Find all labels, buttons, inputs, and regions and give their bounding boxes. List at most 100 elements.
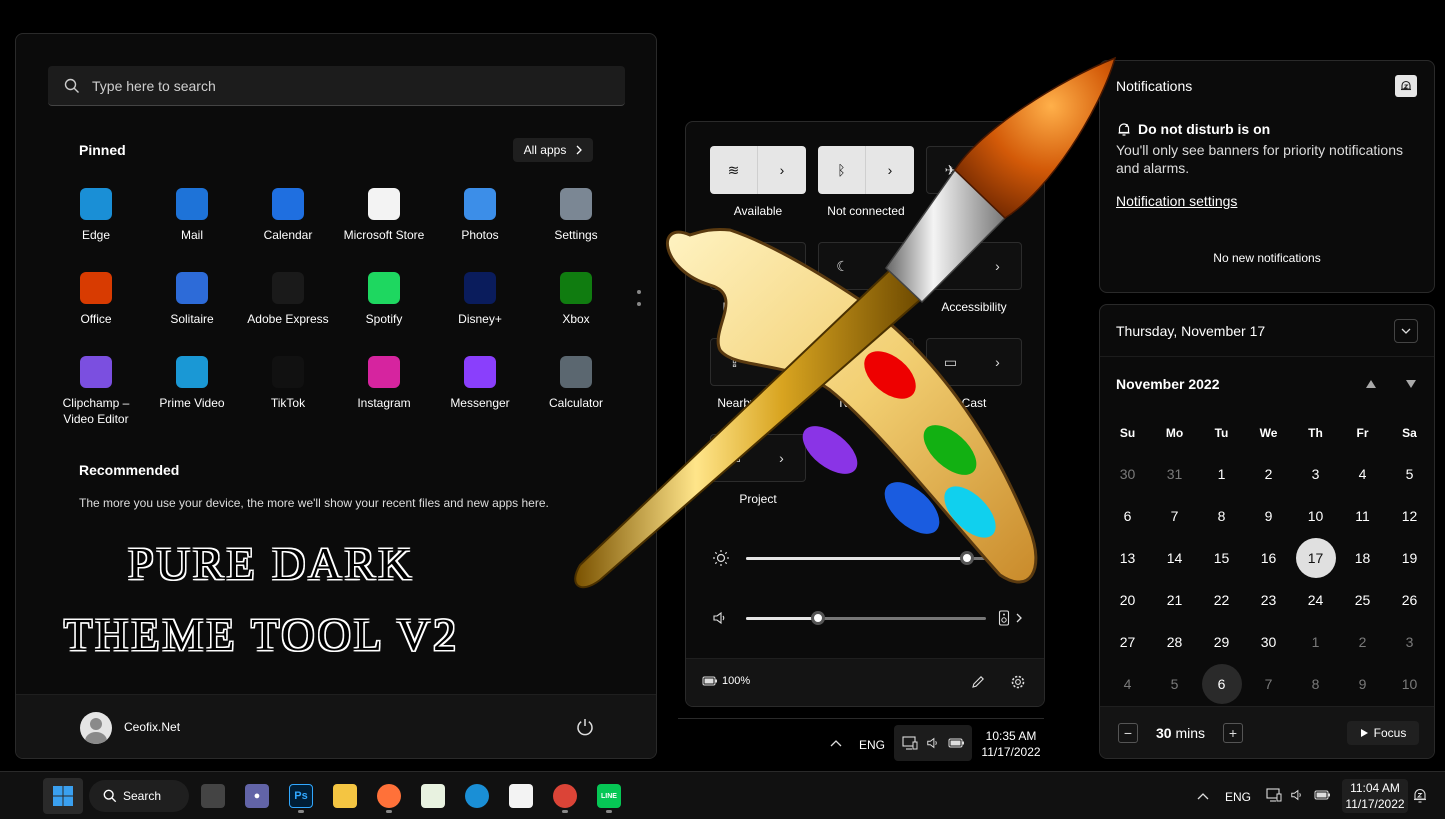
pinned-app-calculator[interactable]: Calculator (528, 352, 624, 436)
calendar-day[interactable]: 15 (1198, 537, 1245, 579)
calendar-collapse-button[interactable] (1394, 319, 1418, 343)
quick-tile-moon[interactable]: ☾ › (818, 242, 914, 290)
calendar-day[interactable]: 6 (1198, 663, 1245, 705)
chevron-up-icon[interactable] (830, 739, 842, 747)
chevron-right-icon[interactable] (1016, 613, 1022, 623)
calendar-day[interactable]: 20 (1104, 579, 1151, 621)
pinned-app-mail[interactable]: Mail (144, 184, 240, 268)
taskbar-app-edge[interactable] (457, 778, 497, 814)
calendar-day[interactable]: 14 (1151, 537, 1198, 579)
calendar-day[interactable]: 11 (1339, 495, 1386, 537)
chevron-right-icon[interactable]: › (758, 146, 806, 194)
chevron-right-icon[interactable]: › (974, 339, 1021, 385)
calendar-day[interactable]: 12 (1386, 495, 1433, 537)
pinned-app-office[interactable]: Office (48, 268, 144, 352)
power-icon[interactable] (575, 717, 595, 737)
brightness-slider[interactable] (710, 548, 1030, 568)
pinned-app-xbox[interactable]: Xbox (528, 268, 624, 352)
taskbar-app-line[interactable]: LINE (589, 778, 629, 814)
calendar-day[interactable]: 3 (1292, 453, 1339, 495)
pinned-app-gear[interactable]: Settings (528, 184, 624, 268)
calendar-day[interactable]: 17 (1292, 537, 1339, 579)
chevron-right-icon[interactable]: › (866, 243, 913, 289)
taskbar-app-task-view[interactable] (193, 778, 233, 814)
pinned-app-edge[interactable]: Edge (48, 184, 144, 268)
chevron-right-icon[interactable]: › (758, 435, 805, 481)
user-name[interactable]: Ceofix.Net (124, 720, 180, 734)
pinned-app-prime-video[interactable]: Prime Video (144, 352, 240, 436)
taskbar-app-image-app[interactable] (413, 778, 453, 814)
calendar-day[interactable]: 23 (1245, 579, 1292, 621)
flyout-quick-settings-button[interactable] (894, 725, 972, 761)
calendar-day[interactable]: 8 (1198, 495, 1245, 537)
next-month-icon[interactable] (1405, 379, 1417, 389)
chevron-right-icon[interactable]: › (758, 243, 805, 289)
volume-thumb[interactable] (811, 611, 825, 625)
language-indicator[interactable]: ENG (1225, 790, 1251, 804)
previous-month-icon[interactable] (1365, 379, 1377, 389)
calendar-day[interactable]: 7 (1245, 663, 1292, 705)
calendar-day[interactable]: 21 (1151, 579, 1198, 621)
quick-settings-button[interactable] (1262, 780, 1338, 812)
avatar[interactable] (80, 712, 112, 744)
quick-tile-wifi[interactable]: ≋ › (710, 146, 806, 194)
calendar-day[interactable]: 1 (1198, 453, 1245, 495)
calendar-day[interactable]: 16 (1245, 537, 1292, 579)
chevron-right-icon[interactable]: › (974, 243, 1021, 289)
calendar-day[interactable]: 5 (1386, 453, 1433, 495)
pinned-app-cards[interactable]: Solitaire (144, 268, 240, 352)
chevron-right-icon[interactable]: › (974, 147, 1021, 193)
calendar-day[interactable]: 28 (1151, 621, 1198, 663)
focus-increase-button[interactable]: + (1223, 723, 1243, 743)
taskbar-clock[interactable]: 11:04 AM 11/17/2022 (1342, 779, 1408, 813)
pinned-app-photos[interactable]: Photos (432, 184, 528, 268)
quick-tile-project[interactable]: ▭ › (710, 434, 806, 482)
calendar-day[interactable]: 26 (1386, 579, 1433, 621)
quick-tile-accessibility[interactable]: ☥ › (926, 242, 1022, 290)
pinned-app-clipchamp[interactable]: Clipchamp – Video Editor (48, 352, 144, 436)
taskbar-search-button[interactable]: Search (89, 780, 189, 812)
pinned-app-instagram[interactable]: Instagram (336, 352, 432, 436)
pinned-app-calendar[interactable]: Calendar (240, 184, 336, 268)
taskbar-app-chrome[interactable] (545, 778, 585, 814)
pinned-app-messenger[interactable]: Messenger (432, 352, 528, 436)
battery-status[interactable]: 100% (702, 675, 750, 687)
calendar-day[interactable]: 1 (1292, 621, 1339, 663)
calendar-day[interactable]: 29 (1198, 621, 1245, 663)
all-apps-button[interactable]: All apps (513, 138, 593, 162)
calendar-day[interactable]: 24 (1292, 579, 1339, 621)
calendar-day[interactable]: 10 (1386, 663, 1433, 705)
calendar-day[interactable]: 13 (1104, 537, 1151, 579)
gear-icon[interactable] (1010, 674, 1026, 690)
calendar-day[interactable]: 9 (1245, 495, 1292, 537)
chevron-right-icon[interactable]: › (866, 146, 914, 194)
calendar-day[interactable]: 4 (1339, 453, 1386, 495)
speaker-device-icon[interactable] (998, 610, 1010, 626)
quick-tile-cast[interactable]: ▭ › (926, 338, 1022, 386)
quick-tile-airplane[interactable]: ✈ › (926, 146, 1022, 194)
calendar-day[interactable]: 25 (1339, 579, 1386, 621)
brightness-thumb[interactable] (959, 551, 974, 565)
taskbar-app-store[interactable] (501, 778, 541, 814)
pinned-app-adobe-express[interactable]: Adobe Express (240, 268, 336, 352)
calendar-day[interactable]: 19 (1386, 537, 1433, 579)
calendar-day[interactable]: 6 (1104, 495, 1151, 537)
quick-tile-battery-saver[interactable]: ▭ › (710, 242, 806, 290)
calendar-day[interactable]: 9 (1339, 663, 1386, 705)
quick-tile-sun[interactable]: ☀ › (818, 338, 914, 386)
edit-pencil-icon[interactable] (970, 674, 986, 690)
notification-settings-link[interactable]: Notification settings (1116, 193, 1237, 209)
volume-icon[interactable] (712, 610, 728, 626)
calendar-day[interactable]: 22 (1198, 579, 1245, 621)
calendar-day[interactable]: 8 (1292, 663, 1339, 705)
chevron-right-icon[interactable]: › (758, 339, 805, 385)
pinned-app-disney[interactable]: Disney+ (432, 268, 528, 352)
pinned-app-store[interactable]: Microsoft Store (336, 184, 432, 268)
pinned-app-tiktok[interactable]: TikTok (240, 352, 336, 436)
taskbar-app-teams-chat[interactable]: ● (237, 778, 277, 814)
chevron-up-icon[interactable] (1197, 792, 1209, 800)
start-button[interactable] (43, 778, 83, 814)
search-input[interactable] (92, 77, 572, 94)
quick-tile-share[interactable]: ⇪ › (710, 338, 806, 386)
calendar-day[interactable]: 3 (1386, 621, 1433, 663)
